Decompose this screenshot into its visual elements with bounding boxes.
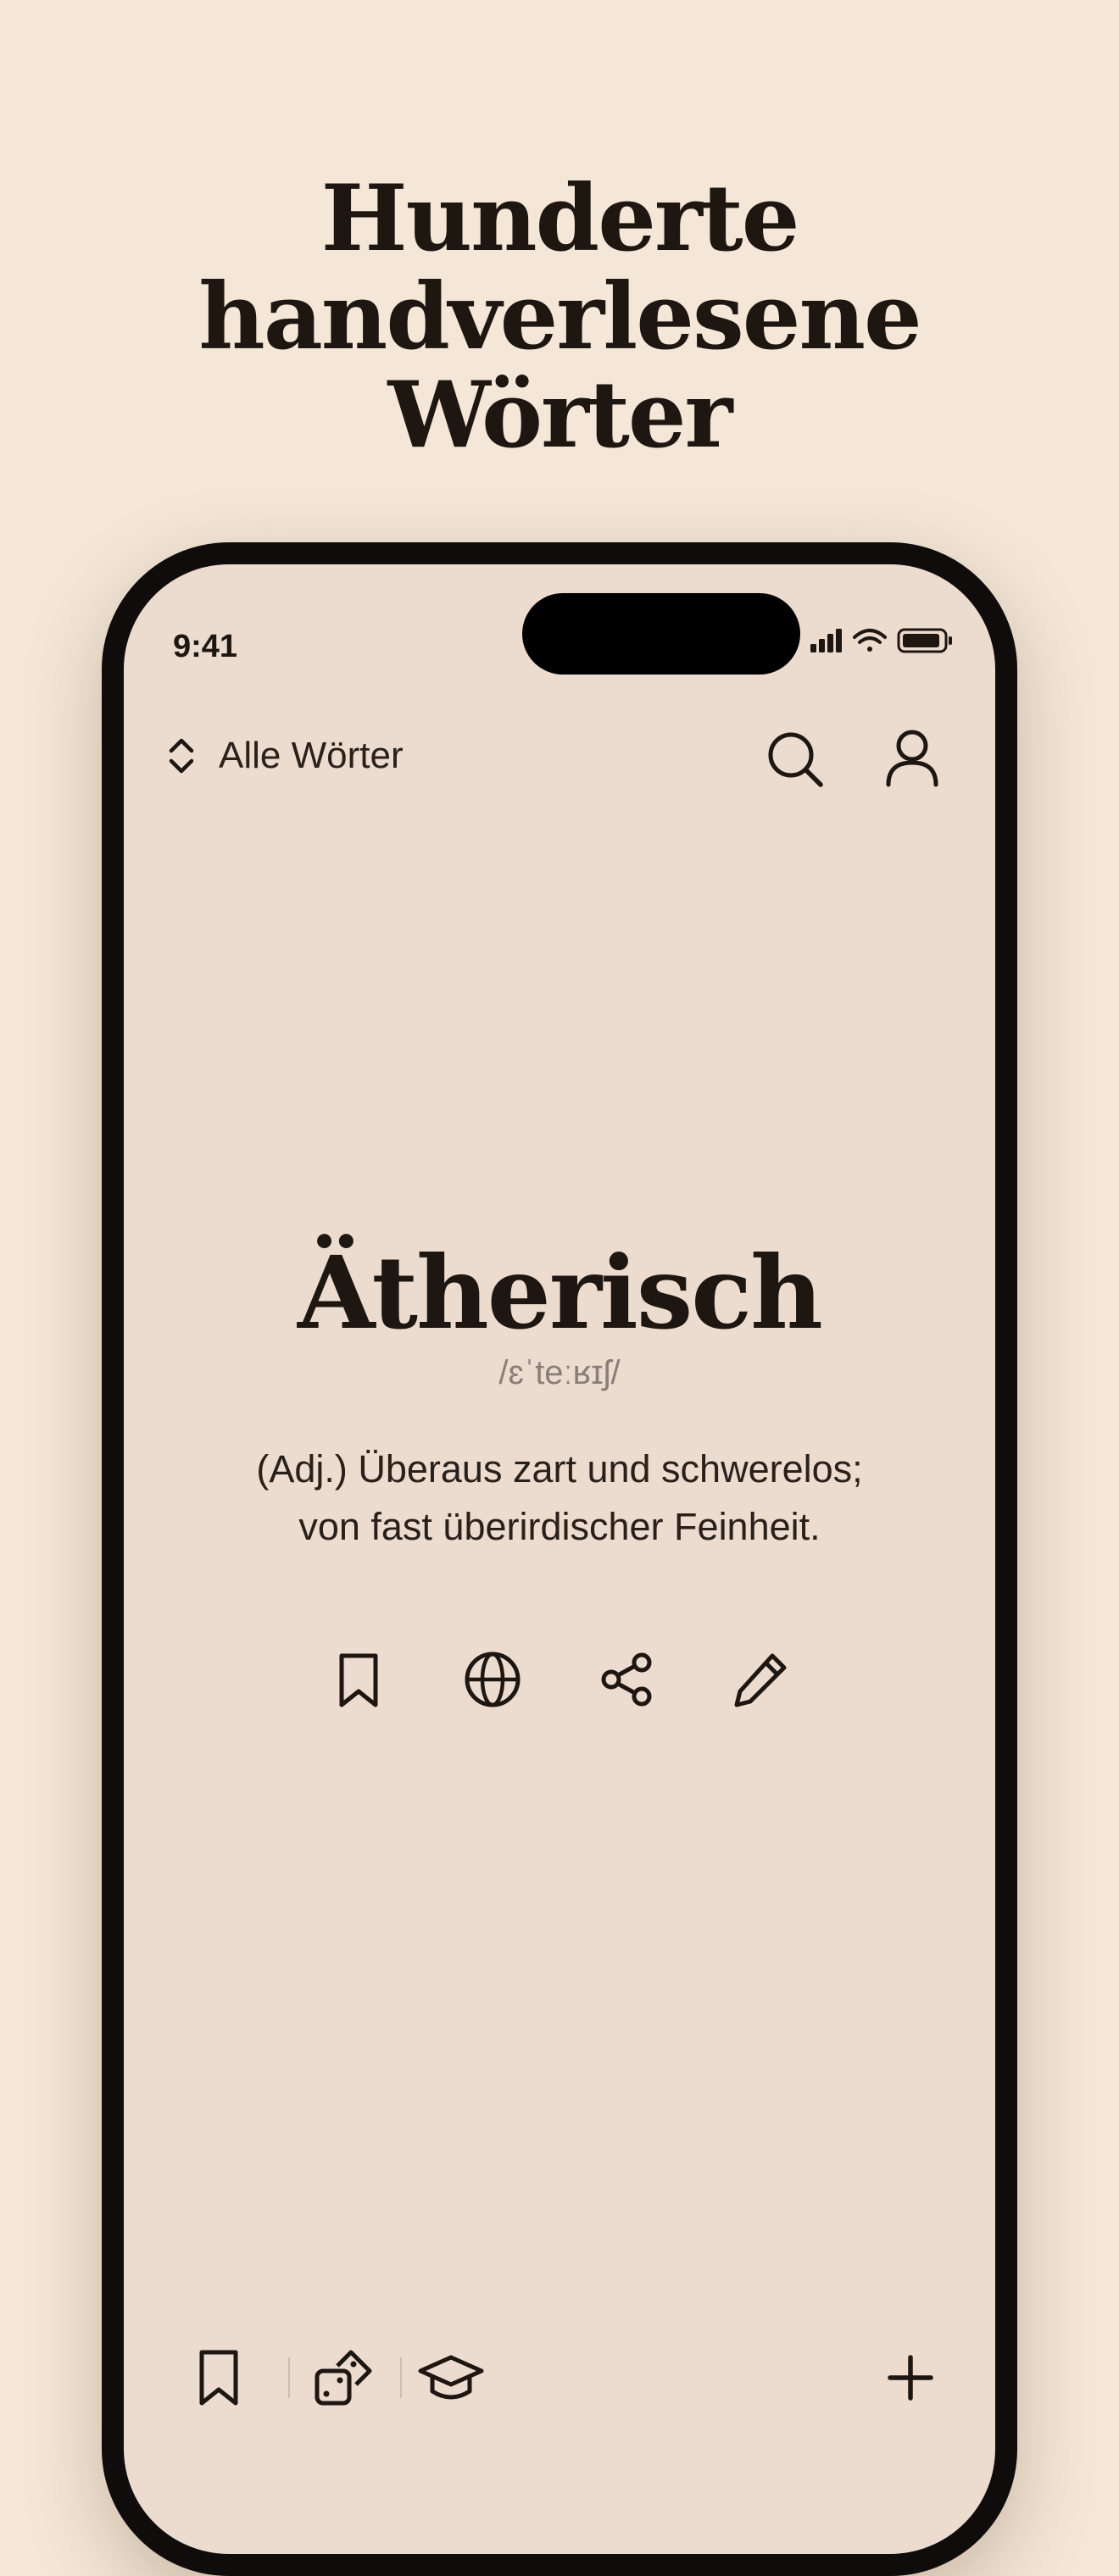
- bottom-toolbar: [124, 2327, 995, 2429]
- word-actions: [124, 1649, 995, 1710]
- bookmark-icon: [199, 2350, 238, 2406]
- learn-button[interactable]: [417, 2346, 485, 2410]
- dynamic-island: [522, 593, 800, 675]
- phone-mockup: 9:41 Alle Wörter Ätherisch /ɛˈteːʁɪʃ/ (A…: [102, 542, 1017, 2576]
- bookmark-icon: [339, 1653, 378, 1707]
- signal-icon: [810, 629, 842, 652]
- headline-line-1: Hunderte handverlesene: [198, 165, 921, 370]
- plus-icon: [888, 2355, 933, 2401]
- toolbar-divider: [400, 2357, 402, 2398]
- bookmark-button[interactable]: [328, 1649, 389, 1710]
- profile-button[interactable]: [882, 727, 943, 788]
- word-definition: (Adj.) Überaus zart und schwerelos; von …: [192, 1441, 927, 1556]
- pencil-icon: [734, 1653, 787, 1707]
- word-filter-label: Alle Wörter: [219, 735, 404, 776]
- word-filter-button[interactable]: Alle Wörter: [164, 730, 404, 781]
- saved-words-button[interactable]: [188, 2347, 249, 2408]
- translate-button[interactable]: [462, 1649, 523, 1710]
- status-time: 9:41: [173, 629, 238, 664]
- user-icon: [886, 730, 938, 787]
- chevron-up-down-icon: [169, 738, 194, 774]
- headline-line-2: Wörter: [387, 362, 733, 469]
- edit-button[interactable]: [730, 1649, 791, 1710]
- status-icons: [810, 628, 952, 653]
- word-title: Ätherisch: [298, 1234, 823, 1352]
- graduation-cap-icon: [418, 2355, 484, 2400]
- random-word-button[interactable]: [312, 2346, 376, 2410]
- dice-icon: [315, 2350, 372, 2406]
- definition-line-1: (Adj.) Überaus zart und schwerelos;: [256, 1447, 863, 1491]
- share-icon: [601, 1652, 652, 1707]
- battery-icon: [897, 628, 952, 653]
- page-headline: Hunderte handverlesene Wörter: [0, 169, 1119, 464]
- search-icon: [768, 732, 823, 787]
- word-phonetic: /ɛˈteːʁɪʃ/: [498, 1354, 621, 1391]
- toolbar-divider: [288, 2357, 290, 2398]
- search-button[interactable]: [765, 729, 826, 790]
- globe-icon: [465, 1652, 521, 1707]
- definition-line-2: von fast überirdischer Feinheit.: [298, 1505, 821, 1548]
- wifi-icon: [853, 629, 887, 652]
- share-button[interactable]: [596, 1649, 657, 1710]
- add-word-button[interactable]: [880, 2347, 941, 2408]
